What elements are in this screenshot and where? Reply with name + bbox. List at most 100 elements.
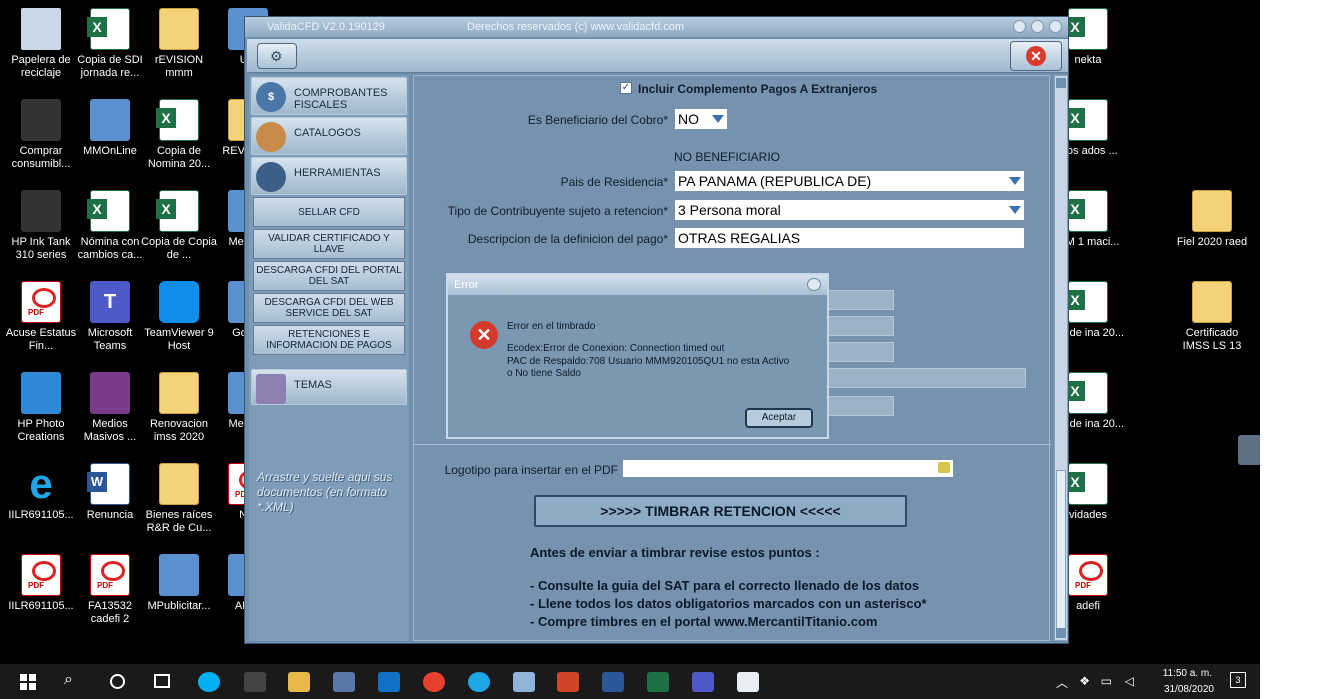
desktop-icon[interactable]: Papelera de reciclaje bbox=[3, 6, 79, 80]
gear-icon: ⚙ bbox=[270, 48, 283, 64]
excel-icon bbox=[156, 99, 199, 141]
aceptar-button[interactable]: Aceptar bbox=[745, 408, 813, 428]
desktop-icon[interactable]: Medios Masivos ... bbox=[72, 370, 148, 444]
descripcion-input[interactable]: OTRAS REGALIAS bbox=[674, 227, 1025, 249]
teams-icon[interactable] bbox=[692, 672, 714, 692]
beneficiario-select[interactable]: NO bbox=[674, 108, 728, 130]
dropbox-icon[interactable]: ❖ bbox=[1079, 674, 1090, 688]
desktop-icon[interactable]: Acuse Estatus Fin... bbox=[3, 279, 79, 353]
desktop-icon[interactable]: IILR691105... bbox=[3, 552, 79, 613]
file-explorer-icon[interactable] bbox=[288, 672, 310, 692]
printer-icon bbox=[21, 190, 61, 232]
beneficiario-value: NO bbox=[678, 111, 699, 127]
desktop-icon[interactable]: Bienes raíces R&R de Cu... bbox=[141, 461, 217, 535]
volume-icon[interactable]: ◁ bbox=[1125, 674, 1134, 688]
sidebar-subitem-validar[interactable]: VALIDAR CERTIFICADO Y LLAVE bbox=[253, 229, 405, 259]
outlook-icon[interactable] bbox=[378, 672, 400, 692]
hidden-field bbox=[828, 316, 894, 336]
windows-start-icon[interactable] bbox=[20, 674, 36, 690]
word-icon[interactable] bbox=[602, 672, 624, 692]
excel-icon bbox=[1065, 281, 1108, 323]
excel-icon bbox=[87, 8, 130, 50]
folder-icon bbox=[1192, 281, 1232, 323]
desktop-icon[interactable]: Comprar consumibl... bbox=[3, 97, 79, 171]
excel-icon[interactable] bbox=[647, 672, 669, 692]
sidebar-item-comprobantes[interactable]: $ COMPROBANTES FISCALES bbox=[251, 77, 407, 115]
pais-select[interactable]: PA PANAMA (REPUBLICA DE) bbox=[674, 170, 1025, 192]
folder-open-icon[interactable] bbox=[938, 462, 950, 473]
desktop-icon[interactable]: Fiel 2020 raed bbox=[1174, 188, 1250, 249]
tray-chevron-icon[interactable]: ︿ bbox=[1056, 674, 1068, 691]
window-title: ValidaCFD V2.0.190129 bbox=[267, 21, 385, 33]
sidebar-subitem-sellar[interactable]: SELLAR CFD bbox=[253, 197, 405, 227]
desktop-icon[interactable]: Renovacion imss 2020 bbox=[141, 370, 217, 444]
desktop-icon[interactable]: HP Photo Creations bbox=[3, 370, 79, 444]
teamviewer-side-tab[interactable] bbox=[1238, 435, 1260, 465]
validacfd-icon[interactable] bbox=[737, 672, 759, 692]
error-dialog-titlebar[interactable]: Error bbox=[448, 275, 827, 295]
desktop-icon-label: Nómina con cambios ca... bbox=[77, 236, 143, 261]
title-bar[interactable]: ValidaCFD V2.0.190129 Derechos reservado… bbox=[245, 17, 1068, 37]
desktop-icon[interactable]: MPublicitar... bbox=[141, 552, 217, 613]
desktop-icon-label: HP Ink Tank 310 series bbox=[11, 236, 71, 261]
notification-icon[interactable]: 3 bbox=[1230, 672, 1246, 688]
app-icon bbox=[159, 554, 199, 596]
toolbar: ⚙ ✕ bbox=[247, 39, 1068, 73]
tools-icon bbox=[256, 162, 286, 192]
cortana-icon[interactable] bbox=[110, 674, 125, 689]
ie-icon[interactable] bbox=[468, 672, 490, 692]
pagos-extranjeros-checkbox[interactable]: ✓ bbox=[620, 82, 632, 94]
desktop-icon[interactable]: Nómina con cambios ca... bbox=[72, 188, 148, 262]
pdf-icon bbox=[90, 554, 130, 596]
desktop-icon[interactable]: Copia de Nomina 20... bbox=[141, 97, 217, 171]
skype-icon[interactable] bbox=[198, 672, 220, 692]
desktop-icon[interactable]: Copia de Copia de ... bbox=[141, 188, 217, 262]
clock-time[interactable]: 11:50 a. m. bbox=[1163, 668, 1212, 679]
powerpoint-icon[interactable] bbox=[557, 672, 579, 692]
maximize-icon[interactable] bbox=[1031, 20, 1044, 33]
app-icon[interactable] bbox=[244, 672, 266, 692]
scroll-down-icon[interactable] bbox=[1056, 628, 1066, 638]
sidebar-subitem-descarga-ws[interactable]: DESCARGA CFDI DEL WEB SERVICE DEL SAT bbox=[253, 293, 405, 323]
desktop-icon[interactable]: MMOnLine bbox=[72, 97, 148, 158]
desktop-icon[interactable]: T Microsoft Teams bbox=[72, 279, 148, 353]
scroll-thumb[interactable] bbox=[1056, 470, 1066, 630]
hidden-field bbox=[828, 342, 894, 362]
timbrar-button[interactable]: >>>>> TIMBRAR RETENCION <<<<< bbox=[534, 495, 907, 527]
network-icon[interactable]: ▭ bbox=[1101, 674, 1112, 688]
minimize-icon[interactable] bbox=[1013, 20, 1026, 33]
close-button[interactable]: ✕ bbox=[1010, 41, 1062, 71]
sidebar-subitem-retenciones[interactable]: RETENCIONES E INFORMACION DE PAGOS bbox=[253, 325, 405, 355]
sidebar-item-herramientas[interactable]: HERRAMIENTAS bbox=[251, 157, 407, 195]
desktop-icon[interactable]: Certificado IMSS LS 13 bbox=[1174, 279, 1250, 353]
desktop-icon[interactable]: TeamViewer 9 Host bbox=[141, 279, 217, 353]
app-icon[interactable] bbox=[513, 672, 535, 692]
excel-icon bbox=[1065, 463, 1108, 505]
hidden-field bbox=[828, 368, 1026, 388]
sidebar-item-temas[interactable]: TEMAS bbox=[251, 369, 407, 405]
logotipo-input[interactable] bbox=[622, 459, 954, 478]
search-icon[interactable]: ⌕ bbox=[64, 671, 73, 689]
vertical-scrollbar[interactable] bbox=[1054, 75, 1068, 641]
chrome-icon[interactable] bbox=[423, 672, 445, 692]
excel-icon bbox=[156, 190, 199, 232]
desktop-icon[interactable]: HP Ink Tank 310 series bbox=[3, 188, 79, 262]
scroll-up-icon[interactable] bbox=[1056, 78, 1066, 88]
dialog-close-icon[interactable] bbox=[807, 278, 821, 291]
clock-date[interactable]: 31/08/2020 bbox=[1164, 684, 1214, 695]
window-rights: Derechos reservados (c) www.validacfd.co… bbox=[467, 21, 685, 33]
app-icon[interactable] bbox=[333, 672, 355, 692]
logotipo-label: Logotipo para insertar en el PDF bbox=[444, 463, 618, 477]
desktop-icon[interactable]: IILR691105... bbox=[3, 461, 79, 522]
sidebar-item-catalogos[interactable]: CATALOGOS bbox=[251, 117, 407, 155]
hidden-field bbox=[828, 290, 894, 310]
task-view-icon[interactable] bbox=[154, 674, 170, 688]
close-small-icon[interactable] bbox=[1049, 20, 1062, 33]
tipo-select[interactable]: 3 Persona moral bbox=[674, 199, 1025, 221]
desktop-icon[interactable]: Copia de SDI jornada re... bbox=[72, 6, 148, 80]
settings-button[interactable]: ⚙ bbox=[257, 43, 297, 69]
sidebar-subitem-descarga-portal[interactable]: DESCARGA CFDI DEL PORTAL DEL SAT bbox=[253, 261, 405, 291]
desktop-icon[interactable]: Renuncia bbox=[72, 461, 148, 522]
desktop-icon[interactable]: rEVISION mmm bbox=[141, 6, 217, 80]
desktop-icon[interactable]: FA13532 cadefi 2 bbox=[72, 552, 148, 626]
